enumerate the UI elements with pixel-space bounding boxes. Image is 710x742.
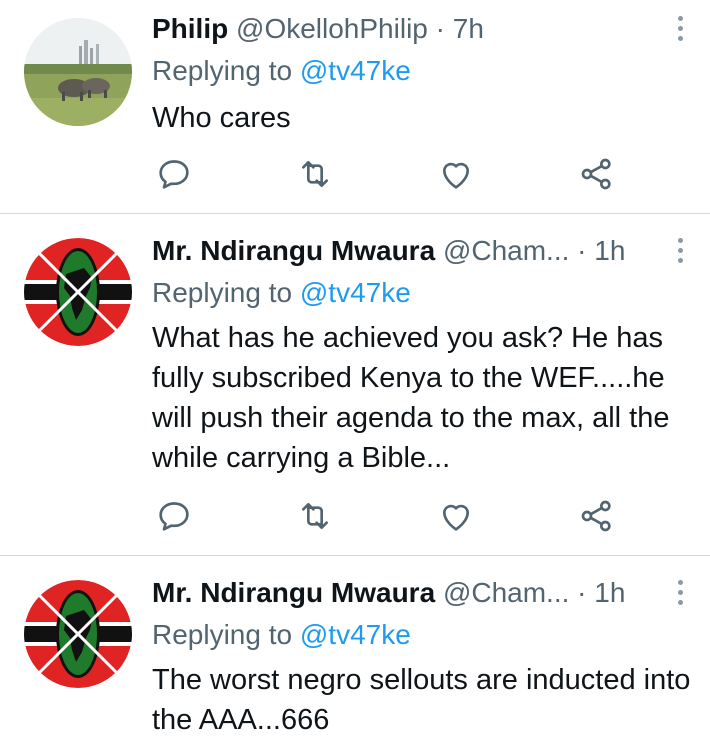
share-icon[interactable] bbox=[577, 496, 617, 536]
share-icon[interactable] bbox=[577, 154, 617, 194]
mention-link[interactable]: @tv47ke bbox=[300, 619, 411, 650]
reply-icon[interactable] bbox=[154, 496, 194, 536]
reply-icon[interactable] bbox=[154, 154, 194, 194]
separator-dot: · bbox=[577, 577, 587, 608]
tweet[interactable]: Mr. Ndirangu Mwaura @Cham... · 1h Replyi… bbox=[0, 556, 710, 742]
tweet-header: Mr. Ndirangu Mwaura @Cham... · 1h bbox=[152, 234, 625, 268]
kenya-africa-shield-avatar-icon bbox=[24, 580, 132, 688]
user-handle[interactable]: @OkellohPhilip bbox=[236, 13, 428, 44]
retweet-icon[interactable] bbox=[295, 154, 335, 194]
tweet-text: The worst negro sellouts are inducted in… bbox=[152, 664, 691, 736]
mention-link[interactable]: @tv47ke bbox=[300, 55, 411, 86]
display-name[interactable]: Mr. Ndirangu Mwaura bbox=[152, 235, 435, 266]
more-options-icon[interactable] bbox=[674, 16, 686, 46]
separator-dot: · bbox=[435, 13, 445, 44]
user-handle[interactable]: @Cham... bbox=[443, 235, 569, 266]
avatar[interactable] bbox=[24, 18, 132, 126]
retweet-icon[interactable] bbox=[295, 496, 335, 536]
tweet-actions bbox=[152, 154, 622, 194]
mention-link[interactable]: @tv47ke bbox=[300, 277, 411, 308]
tweet[interactable]: Mr. Ndirangu Mwaura @Cham... · 1h Replyi… bbox=[0, 214, 710, 555]
more-options-icon[interactable] bbox=[674, 580, 686, 610]
tweet-header: Philip @OkellohPhilip · 7h bbox=[152, 12, 484, 46]
separator-dot: · bbox=[577, 235, 587, 266]
replying-to: Replying to @tv47ke bbox=[152, 618, 411, 652]
display-name[interactable]: Philip bbox=[152, 13, 228, 44]
avatar[interactable] bbox=[24, 238, 132, 346]
replying-to-label: Replying to bbox=[152, 619, 300, 650]
replying-to-label: Replying to bbox=[152, 277, 300, 308]
tweet-text: Who cares bbox=[152, 102, 291, 134]
user-handle[interactable]: @Cham... bbox=[443, 577, 569, 608]
avatar[interactable] bbox=[24, 580, 132, 688]
replying-to-label: Replying to bbox=[152, 55, 300, 86]
tweet[interactable]: Philip @OkellohPhilip · 7h Replying to @… bbox=[0, 0, 710, 213]
kenya-africa-shield-avatar-icon bbox=[24, 238, 132, 346]
display-name[interactable]: Mr. Ndirangu Mwaura bbox=[152, 577, 435, 608]
timestamp[interactable]: 7h bbox=[453, 13, 484, 44]
like-icon[interactable] bbox=[436, 496, 476, 536]
timestamp[interactable]: 1h bbox=[594, 235, 625, 266]
more-options-icon[interactable] bbox=[674, 238, 686, 268]
timestamp[interactable]: 1h bbox=[594, 577, 625, 608]
rhino-landscape-avatar-icon bbox=[24, 18, 132, 126]
tweet-header: Mr. Ndirangu Mwaura @Cham... · 1h bbox=[152, 576, 625, 610]
tweet-text: What has he achieved you ask? He has ful… bbox=[152, 322, 670, 474]
like-icon[interactable] bbox=[436, 154, 476, 194]
replying-to: Replying to @tv47ke bbox=[152, 54, 411, 88]
tweet-actions bbox=[152, 496, 622, 536]
replying-to: Replying to @tv47ke bbox=[152, 276, 411, 310]
